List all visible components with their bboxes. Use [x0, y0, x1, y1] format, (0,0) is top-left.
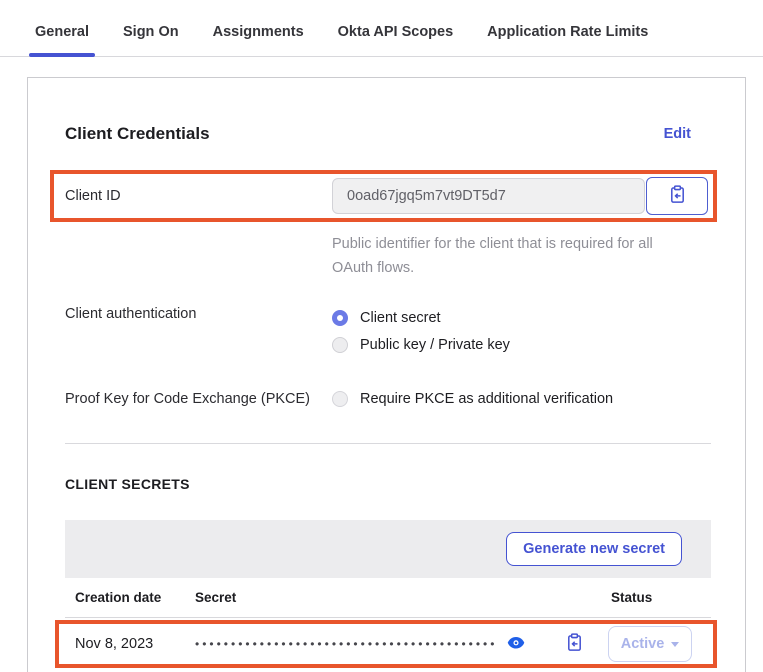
client-id-input-group — [332, 177, 708, 215]
tab-label: Sign On — [123, 24, 179, 40]
clipboard-copy-icon — [565, 633, 584, 655]
copy-secret-button[interactable] — [565, 633, 584, 655]
secret-masked-value: ••••••••••••••••••••••••••••••••••••••••… — [195, 637, 497, 651]
active-tab-indicator — [29, 53, 95, 57]
status-label: Active — [621, 636, 665, 652]
secret-row-annotation-box: Nov 8, 2023 ••••••••••••••••••••••••••••… — [55, 620, 717, 668]
client-id-label: Client ID — [65, 188, 332, 204]
client-authentication-label: Client authentication — [65, 306, 332, 322]
radio-unselected-icon[interactable] — [332, 337, 348, 353]
general-settings-card: Client Credentials Edit Client ID — [27, 77, 746, 672]
pkce-checkbox[interactable] — [332, 391, 348, 407]
client-authentication-row: Client authentication Client secret Publ… — [65, 306, 711, 357]
column-header-secret: Secret — [195, 590, 611, 605]
radio-client-secret[interactable]: Client secret — [332, 306, 510, 330]
copy-client-id-button[interactable] — [646, 177, 708, 215]
secrets-table-header: Creation date Secret Status — [65, 578, 711, 618]
pkce-row: Proof Key for Code Exchange (PKCE) Requi… — [65, 387, 711, 411]
secret-status-dropdown[interactable]: Active — [608, 626, 692, 662]
tab-sign-on[interactable]: Sign On — [117, 24, 185, 56]
secrets-table-toolbar: Generate new secret — [65, 520, 711, 578]
column-header-creation-date: Creation date — [65, 590, 195, 605]
eye-icon — [507, 636, 525, 653]
column-header-status: Status — [611, 590, 711, 605]
tab-label: Okta API Scopes — [338, 24, 454, 40]
generate-new-secret-button[interactable]: Generate new secret — [506, 532, 682, 566]
client-id-row: Client ID — [65, 177, 707, 215]
client-authentication-options: Client secret Public key / Private key — [332, 306, 510, 357]
client-secrets-table: Generate new secret Creation date Secret… — [65, 520, 711, 668]
radio-label: Client secret — [360, 310, 441, 326]
client-secrets-title: CLIENT SECRETS — [65, 476, 711, 492]
tab-label: General — [35, 24, 89, 40]
tab-label: Assignments — [213, 24, 304, 40]
radio-label: Public key / Private key — [360, 337, 510, 353]
caret-down-icon — [671, 642, 679, 647]
tab-application-rate-limits[interactable]: Application Rate Limits — [481, 24, 654, 56]
app-tab-bar: General Sign On Assignments Okta API Sco… — [0, 0, 763, 57]
client-id-help-text: Public identifier for the client that is… — [332, 232, 668, 280]
section-divider — [65, 443, 711, 444]
clipboard-copy-icon — [668, 185, 687, 207]
table-row: Nov 8, 2023 ••••••••••••••••••••••••••••… — [59, 624, 713, 664]
client-id-annotation-box: Client ID — [50, 170, 717, 222]
pkce-checkbox-label: Require PKCE as additional verification — [360, 391, 613, 407]
pkce-checkbox-item[interactable]: Require PKCE as additional verification — [332, 387, 613, 411]
client-credentials-header: Client Credentials Edit — [65, 124, 711, 144]
secret-creation-date: Nov 8, 2023 — [75, 636, 195, 652]
section-title: Client Credentials — [65, 124, 210, 144]
tab-label: Application Rate Limits — [487, 24, 648, 40]
tab-assignments[interactable]: Assignments — [207, 24, 310, 56]
reveal-secret-button[interactable] — [507, 636, 525, 653]
edit-link[interactable]: Edit — [664, 126, 691, 142]
tab-okta-api-scopes[interactable]: Okta API Scopes — [332, 24, 460, 56]
tab-general[interactable]: General — [29, 24, 95, 56]
radio-public-private-key[interactable]: Public key / Private key — [332, 333, 510, 357]
radio-selected-icon[interactable] — [332, 310, 348, 326]
pkce-label: Proof Key for Code Exchange (PKCE) — [65, 391, 332, 407]
client-id-input[interactable] — [332, 178, 645, 214]
